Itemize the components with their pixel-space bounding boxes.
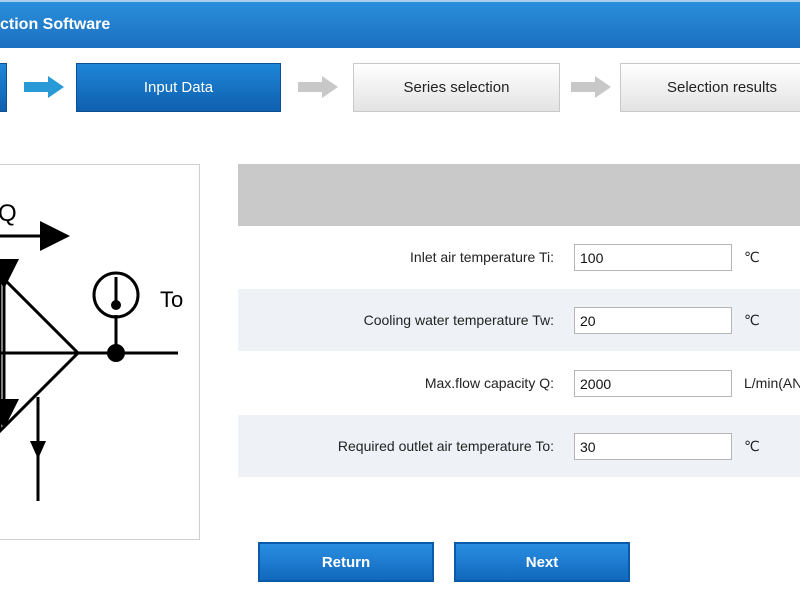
inlet-temp-unit: ℃ [744, 249, 760, 265]
next-button[interactable]: Next [454, 542, 630, 582]
arrow-right-icon [24, 76, 64, 98]
return-button[interactable]: Return [258, 542, 434, 582]
step-input-data[interactable]: Input Data [76, 63, 281, 112]
return-button-label: Return [321, 553, 371, 571]
step-prev-edge[interactable] [0, 63, 7, 112]
schematic-diagram: Q To [0, 164, 200, 540]
cooling-water-temp-unit: ℃ [744, 312, 760, 328]
inlet-temp-input[interactable] [574, 244, 732, 271]
next-button-label: Next [525, 553, 559, 571]
step-selection-results[interactable]: Selection results [620, 63, 800, 112]
arrow-right-icon [571, 76, 611, 98]
max-flow-input[interactable] [574, 370, 732, 397]
inlet-temp-label: Inlet air temperature Ti: [410, 249, 554, 265]
step-selection-results-label: Selection results [666, 79, 778, 96]
arrow-right-icon [298, 76, 338, 98]
step-series-selection[interactable]: Series selection [353, 63, 560, 112]
window-title: ction Software [0, 16, 111, 33]
max-flow-label: Max.flow capacity Q: [424, 375, 554, 391]
form-header [238, 164, 800, 226]
cooling-water-temp-input[interactable] [574, 307, 732, 334]
outlet-temp-label: To [160, 287, 183, 312]
outlet-temp-unit: ℃ [744, 438, 760, 454]
outlet-temp-input[interactable] [574, 433, 732, 460]
step-input-data-label: Input Data [143, 79, 214, 96]
max-flow-unit: L/min(AN [744, 375, 800, 391]
form-row-cooling-water-temp: Cooling water temperature Tw: ℃ [238, 289, 800, 351]
title-bar: ction Software [0, 0, 800, 48]
form-row-max-flow: Max.flow capacity Q: L/min(AN [238, 352, 800, 414]
form-row-outlet-temp: Required outlet air temperature To: ℃ [238, 415, 800, 477]
outlet-temp-field-label: Required outlet air temperature To: [337, 438, 554, 454]
cooling-water-temp-label: Cooling water temperature Tw: [363, 312, 554, 328]
form-row-inlet-temp: Inlet air temperature Ti: ℃ [238, 226, 800, 288]
cooler-schematic: Q To [0, 200, 183, 501]
flow-label: Q [0, 200, 17, 227]
step-series-selection-label: Series selection [403, 79, 510, 96]
